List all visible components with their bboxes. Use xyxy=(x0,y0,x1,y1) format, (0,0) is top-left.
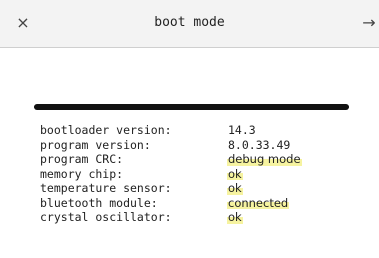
info-value: ok xyxy=(227,166,243,181)
info-value: 14.3 xyxy=(228,123,256,137)
info-label: bootloader version: xyxy=(40,123,172,137)
arrow-right-icon[interactable]: → xyxy=(359,12,379,34)
info-label: bluetooth module: xyxy=(40,195,158,210)
info-value: debug mode xyxy=(227,152,302,166)
info-label: memory chip: xyxy=(40,166,124,181)
info-row-crystal-oscillator: crystal oscillator: ok xyxy=(40,210,301,225)
info-label: crystal oscillator: xyxy=(40,210,172,224)
info-row-bootloader-version: bootloader version: 14.3 xyxy=(40,123,301,138)
info-value: 8.0.33.49 xyxy=(228,137,291,152)
info-row-memory-chip: memory chip: ok xyxy=(40,167,301,182)
progress-bar xyxy=(34,104,349,110)
info-row-program-crc: program CRC: debug mode xyxy=(40,152,302,167)
info-label: program CRC: xyxy=(40,152,124,166)
info-label: program version: xyxy=(40,137,151,152)
info-value: ok xyxy=(227,210,243,224)
info-value: ok xyxy=(227,181,243,195)
progress-fill xyxy=(34,104,349,110)
info-row-temperature-sensor: temperature sensor: ok xyxy=(40,181,301,196)
window-title: boot mode xyxy=(154,15,225,30)
info-row-program-version: program version: 8.0.33.49 xyxy=(40,138,301,153)
info-value: connected xyxy=(226,195,290,210)
title-bar: × boot mode → xyxy=(0,0,379,48)
info-label: temperature sensor: xyxy=(40,181,172,195)
device-info-list: bootloader version: 14.3 program version:… xyxy=(40,123,302,225)
info-row-bluetooth-module: bluetooth module: connected xyxy=(40,196,301,211)
